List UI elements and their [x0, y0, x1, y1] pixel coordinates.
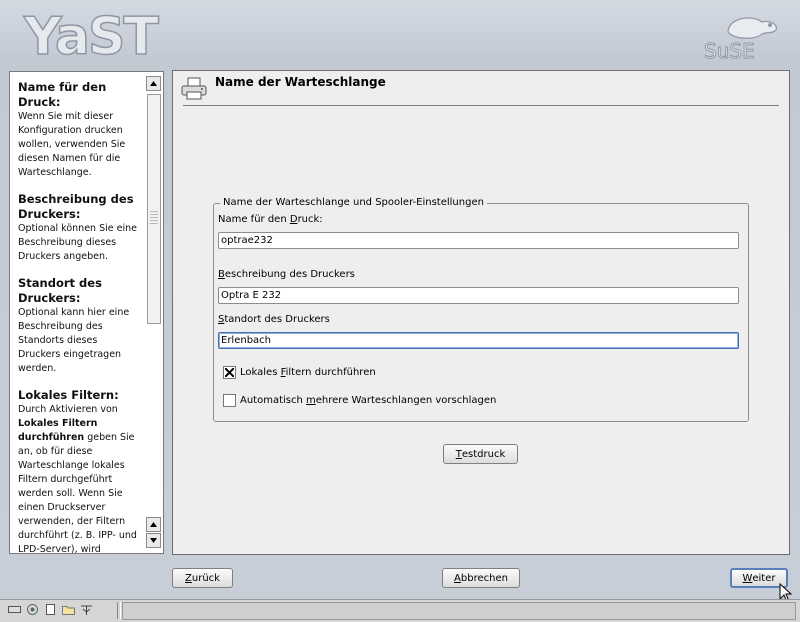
group-title: Name der Warteschlange und Spooler-Einst… — [220, 197, 487, 208]
suse-logo: SuSE — [704, 17, 777, 62]
scroll-up-button[interactable] — [146, 517, 161, 532]
help-paragraph: Durch Aktivieren von Lokales Filtern dur… — [18, 404, 137, 554]
taskbar-separator — [117, 602, 121, 619]
help-scrollbar[interactable] — [146, 76, 161, 550]
help-paragraph: Optional können Sie eine Beschreibung di… — [18, 223, 137, 262]
drive-icon[interactable] — [8, 603, 21, 616]
task-list[interactable] — [122, 602, 796, 620]
help-heading: Standort des Druckers: — [18, 276, 102, 305]
yast-logo-text: YaST — [23, 8, 159, 62]
main-panel: Name der Warteschlange Name der Wartesch… — [172, 70, 790, 555]
help-text: Name für den Druck: Wenn Sie mit dieser … — [18, 78, 142, 554]
help-paragraph: Wenn Sie mit dieser Konfiguration drucke… — [18, 111, 126, 178]
test-print-button[interactable]: Testdruck — [443, 444, 518, 464]
help-heading: Beschreibung des Druckers: — [18, 192, 134, 221]
queue-name-label: Name für den Druck: — [218, 214, 323, 225]
arrow-down-icon — [150, 538, 157, 543]
network-icon[interactable] — [80, 603, 93, 616]
local-filter-checkbox[interactable] — [223, 366, 236, 379]
suse-logo-text: SuSE — [704, 39, 755, 62]
description-label: Beschreibung des Druckers — [218, 269, 355, 280]
help-panel[interactable]: Name für den Druck: Wenn Sie mit dieser … — [9, 71, 164, 554]
queue-name-input[interactable] — [218, 232, 739, 249]
quick-launch — [8, 603, 93, 618]
help-heading: Lokales Filtern: — [18, 388, 119, 402]
abort-button[interactable]: Abbrechen — [442, 568, 520, 588]
scroll-up-button[interactable] — [146, 76, 161, 91]
title-divider — [183, 105, 779, 106]
arrow-up-icon — [150, 522, 157, 527]
taskbar — [0, 599, 800, 622]
scroll-thumb[interactable] — [147, 94, 161, 324]
gear-icon[interactable] — [26, 603, 39, 616]
auto-queues-label[interactable]: Automatisch mehrere Warteschlangen vorsc… — [240, 395, 496, 406]
back-button[interactable]: Zurück — [172, 568, 233, 588]
local-filter-label[interactable]: Lokales Filtern durchführen — [240, 367, 376, 378]
auto-queues-checkbox[interactable] — [223, 394, 236, 407]
scroll-down-button[interactable] — [146, 533, 161, 548]
document-icon[interactable] — [44, 603, 57, 616]
printer-icon — [181, 77, 207, 100]
help-paragraph: Optional kann hier eine Beschreibung des… — [18, 307, 130, 374]
yast-logo: YaST — [22, 8, 162, 62]
folder-icon[interactable] — [62, 603, 75, 616]
description-input[interactable] — [218, 287, 739, 304]
location-input[interactable] — [218, 332, 739, 349]
location-label: Standort des Druckers — [218, 314, 330, 325]
check-icon — [225, 368, 234, 377]
help-heading: Name für den Druck: — [18, 80, 107, 109]
page-title: Name der Warteschlange — [215, 75, 386, 89]
arrow-up-icon — [150, 81, 157, 86]
